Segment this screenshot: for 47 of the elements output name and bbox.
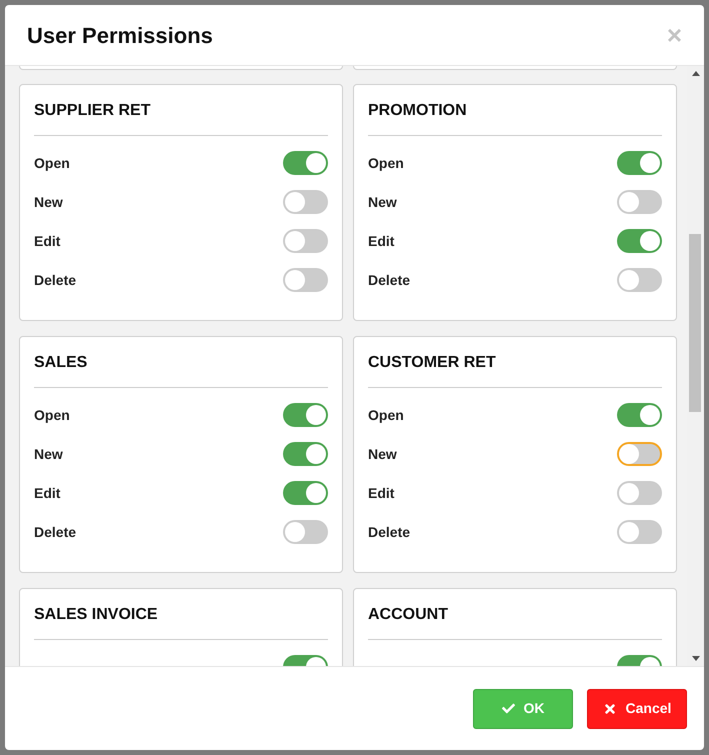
toggle-switch[interactable] [617,229,662,253]
toggle-switch[interactable] [617,481,662,505]
permission-label: New [368,192,397,212]
toggle-switch[interactable] [283,151,328,175]
toggle-switch[interactable] [283,268,328,292]
toggle-switch[interactable] [617,403,662,427]
permission-label: Open [368,154,404,173]
permission-label: New [368,444,397,464]
permission-label: Delete [34,522,76,542]
permission-label: Delete [34,270,76,290]
cancel-button[interactable]: Cancel [587,688,687,728]
permission-label: Delete [368,522,410,542]
card-title: CUSTOMER RET [368,351,662,388]
toggle-switch[interactable] [283,481,328,505]
toggle-switch[interactable] [617,190,662,214]
dialog-title: User Permissions [27,22,213,50]
toggle-switch[interactable] [283,190,328,214]
permission-label: Edit [368,484,394,502]
permission-label: Open [34,154,70,173]
check-icon [502,702,514,715]
toggle-switch[interactable] [283,403,328,427]
scroll-down-icon [692,656,700,661]
card-title: SALES INVOICE [34,603,328,640]
toggle-switch[interactable] [617,151,662,175]
card-title: ACCOUNT [368,603,662,640]
scrollbar-thumb[interactable] [689,234,701,412]
permission-label: Edit [34,484,60,502]
close-icon [602,702,617,716]
permission-label: Open [368,406,404,425]
card-title: SUPPLIER RET [34,99,328,136]
permission-label: Open [34,406,70,425]
toggle-switch[interactable] [617,442,662,466]
permission-label: Edit [368,232,394,250]
permission-label: Edit [34,232,60,250]
card-title: PROMOTION [368,99,662,136]
card-title: SALES [34,351,328,388]
close-button[interactable]: × [666,22,682,48]
permission-label: New [34,444,63,464]
permission-label: Delete [368,270,410,290]
toggle-switch[interactable] [283,442,328,466]
scroll-up-icon [692,71,700,76]
toggle-switch[interactable] [283,229,328,253]
ok-button[interactable]: OK [473,688,573,728]
permission-label: New [34,192,63,212]
toggle-switch[interactable] [617,268,662,292]
toggle-switch[interactable] [617,520,662,544]
toggle-switch[interactable] [283,520,328,544]
